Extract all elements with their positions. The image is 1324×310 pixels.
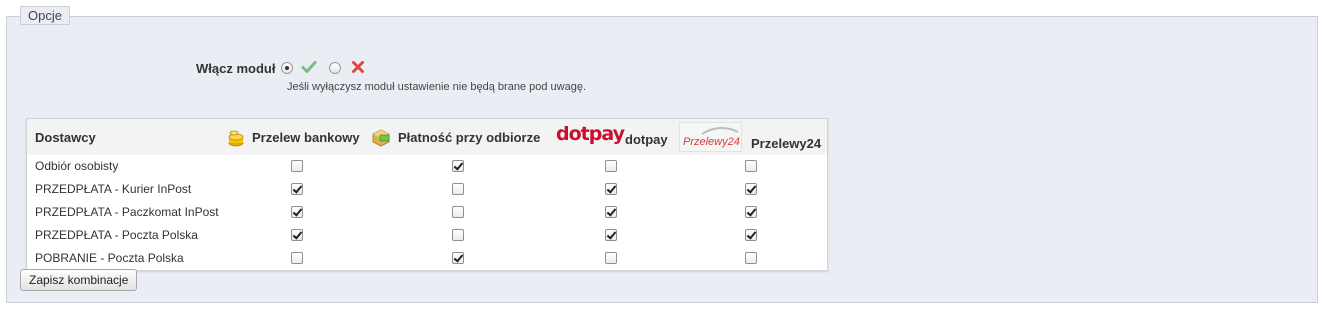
save-combinations-button[interactable]: Zapisz kombinacje: [20, 269, 138, 291]
checkbox-bank-transfer[interactable]: [291, 229, 303, 241]
table-row: POBRANIE - Poczta Polska: [27, 247, 827, 270]
przelewy24-logo: Przelewy24: [679, 122, 742, 152]
enable-module-label: Włącz moduł: [196, 61, 276, 76]
table-row: Odbiór osobisty: [27, 155, 827, 179]
checkbox-przelewy24[interactable]: [745, 229, 757, 241]
checkbox-cod[interactable]: [452, 183, 464, 195]
coins-icon: [228, 130, 244, 147]
checkbox-dotpay[interactable]: [605, 252, 617, 264]
checkbox-cod[interactable]: [452, 252, 464, 264]
checkbox-cod[interactable]: [452, 206, 464, 218]
checkbox-przelewy24[interactable]: [745, 252, 757, 264]
table-row: PRZEDPŁATA - Poczta Polska: [27, 224, 827, 248]
checkbox-cod[interactable]: [452, 160, 464, 172]
table-header: Dostawcy Przelew bankowy Płatność przy o…: [27, 119, 827, 156]
enable-module-yes-radio[interactable]: [281, 62, 293, 74]
payment-label-dotpay: dotpay: [625, 132, 668, 147]
checkbox-dotpay[interactable]: [605, 160, 617, 172]
payment-header-bank-transfer: Przelew bankowy: [227, 119, 367, 155]
carrier-name: Odbiór osobisty: [35, 159, 119, 173]
enable-module-row: Włącz moduł: [7, 59, 1317, 79]
check-icon: [301, 61, 317, 73]
carrier-name: PRZEDPŁATA - Poczta Polska: [35, 228, 198, 242]
table-row: PRZEDPŁATA - Kurier InPost: [27, 178, 827, 202]
payment-label-bank-transfer: Przelew bankowy: [252, 130, 360, 145]
payment-label-cod: Płatność przy odbiorze: [398, 130, 541, 145]
payment-header-przelewy24: Przelewy24 Przelewy24: [679, 119, 824, 155]
dotpay-logo: dotpay: [556, 123, 625, 145]
przelewy24-swoosh-icon: [701, 127, 739, 135]
enable-module-no-radio[interactable]: [329, 62, 341, 74]
checkbox-dotpay[interactable]: [605, 229, 617, 241]
cash-on-delivery-icon: [372, 129, 390, 147]
checkbox-przelewy24[interactable]: [745, 206, 757, 218]
payment-header-cod: Płatność przy odbiorze: [372, 119, 547, 155]
enable-module-hint: Jeśli wyłączysz moduł ustawienie nie będ…: [287, 81, 587, 93]
payment-label-przelewy24: Przelewy24: [751, 136, 822, 151]
options-fieldset: Włącz moduł Jeśli wyłączysz moduł ustawi…: [6, 16, 1318, 303]
carrier-name: PRZEDPŁATA - Paczkomat InPost: [35, 205, 219, 219]
checkbox-przelewy24[interactable]: [745, 160, 757, 172]
table-row: PRZEDPŁATA - Paczkomat InPost: [27, 201, 827, 225]
carriers-column-header: Dostawcy: [35, 130, 96, 145]
checkbox-bank-transfer[interactable]: [291, 183, 303, 195]
cross-icon: [352, 61, 364, 73]
carrier-name: POBRANIE - Poczta Polska: [35, 251, 184, 265]
payment-header-dotpay: dotpay dotpay: [554, 119, 674, 155]
checkbox-bank-transfer[interactable]: [291, 206, 303, 218]
checkbox-bank-transfer[interactable]: [291, 252, 303, 264]
carrier-name: PRZEDPŁATA - Kurier InPost: [35, 182, 192, 196]
carriers-payments-table: Dostawcy Przelew bankowy Płatność przy o…: [26, 118, 828, 271]
fieldset-legend: Opcje: [20, 6, 70, 25]
checkbox-dotpay[interactable]: [605, 183, 617, 195]
checkbox-przelewy24[interactable]: [745, 183, 757, 195]
checkbox-cod[interactable]: [452, 229, 464, 241]
checkbox-dotpay[interactable]: [605, 206, 617, 218]
checkbox-bank-transfer[interactable]: [291, 160, 303, 172]
